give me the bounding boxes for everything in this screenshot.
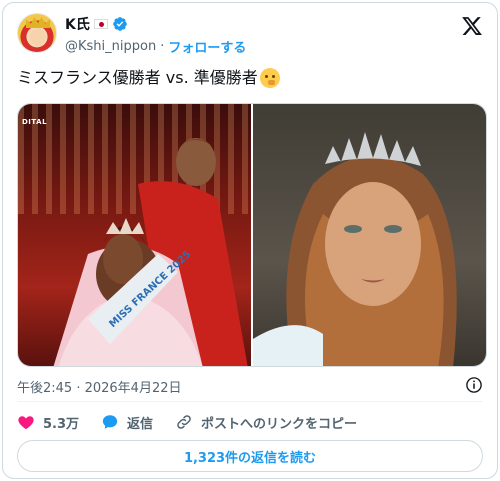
divider	[17, 401, 483, 402]
display-name[interactable]: K氏	[65, 14, 90, 34]
like-button[interactable]: 5.3万	[17, 413, 79, 432]
avatar-crown	[26, 17, 50, 28]
link-icon	[177, 415, 191, 429]
reply-label: 返信	[127, 416, 154, 432]
copy-link-button[interactable]: ポストへのリンクをコピー	[175, 413, 357, 432]
handle-separator: ·	[160, 38, 165, 54]
reply-button[interactable]: 返信	[101, 413, 153, 432]
action-bar: 5.3万 返信 ポストへのリンクをコピー	[17, 409, 483, 435]
heart-icon	[18, 416, 34, 430]
timestamp[interactable]: 午後2:45 · 2026年4月22日	[17, 377, 182, 396]
timestamp-row: 午後2:45 · 2026年4月22日	[17, 377, 182, 396]
info-icon[interactable]	[465, 376, 483, 394]
like-count: 5.3万	[43, 416, 80, 432]
tweet-text-body: ミスフランス優勝者 vs. 準優勝者	[17, 68, 258, 87]
media-grid: DITAL MISS FRANCE 2025	[17, 103, 487, 367]
tweet-text: ミスフランス優勝者 vs. 準優勝者	[17, 67, 280, 89]
x-logo-icon[interactable]	[461, 15, 483, 37]
avatar-face	[30, 28, 46, 46]
follow-link[interactable]: フォローする	[168, 37, 246, 56]
avatar[interactable]	[17, 13, 57, 53]
photo-left[interactable]: DITAL MISS FRANCE 2025	[18, 104, 251, 366]
verified-badge-icon	[113, 17, 127, 31]
photo-right[interactable]	[253, 104, 486, 366]
handle[interactable]: @Kshi_nippon	[65, 39, 156, 54]
tweet-header: K氏 @Kshi_nippon · フォローする	[17, 13, 483, 59]
crowning-scene-illustration: MISS FRANCE 2025	[53, 138, 248, 366]
portrait-illustration	[253, 132, 457, 366]
thinking-face-icon	[259, 68, 280, 88]
read-replies-button[interactable]: 1,323件の返信を読む	[17, 440, 483, 472]
tweet-card: K氏 @Kshi_nippon · フォローする ミスフランス優勝者 vs. 準…	[2, 2, 498, 479]
name-row: K氏	[65, 15, 128, 33]
japan-flag-icon	[93, 19, 108, 29]
handle-row: @Kshi_nippon · フォローする	[65, 37, 246, 56]
reply-bubble-icon	[102, 415, 118, 429]
copy-link-label: ポストへのリンクをコピー	[201, 416, 358, 432]
